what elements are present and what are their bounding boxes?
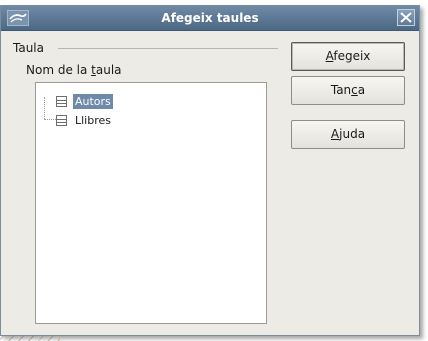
tree-item-label: Autors bbox=[73, 93, 113, 109]
close-button-mnemonic: c bbox=[351, 83, 358, 97]
table-tree[interactable]: Autors Llibres bbox=[35, 82, 267, 324]
add-tables-dialog: Afegeix taules Taula Nom de la taula Aut… bbox=[0, 5, 420, 336]
table-group-label: Taula bbox=[13, 41, 44, 55]
table-name-label-prefix: Nom de la bbox=[26, 63, 92, 77]
help-button-mnemonic: A bbox=[330, 127, 340, 141]
table-name-label-suffix: aula bbox=[95, 63, 122, 77]
table-icon bbox=[56, 114, 67, 126]
tree-item-llibres[interactable]: Llibres bbox=[56, 112, 113, 128]
add-button-label: fegeix bbox=[333, 49, 371, 63]
title-bar[interactable]: Afegeix taules bbox=[1, 6, 419, 31]
dialog-title: Afegeix taules bbox=[161, 11, 259, 25]
help-button-label: juda bbox=[339, 127, 366, 141]
close-button[interactable]: Tanca bbox=[291, 76, 405, 105]
help-button[interactable]: Ajuda bbox=[291, 120, 405, 149]
tree-item-autors[interactable]: Autors bbox=[56, 93, 113, 109]
add-button[interactable]: Afegeix bbox=[291, 42, 405, 71]
tree-connector bbox=[44, 97, 45, 119]
close-button-prefix: Tan bbox=[330, 83, 352, 97]
tree-connector-branch bbox=[44, 119, 56, 120]
close-button-label: a bbox=[357, 83, 366, 97]
tree-item-label: Llibres bbox=[75, 113, 112, 127]
table-icon bbox=[56, 95, 67, 107]
group-separator bbox=[58, 48, 278, 49]
table-name-label: Nom de la taula bbox=[26, 63, 122, 77]
close-icon[interactable] bbox=[397, 9, 415, 26]
